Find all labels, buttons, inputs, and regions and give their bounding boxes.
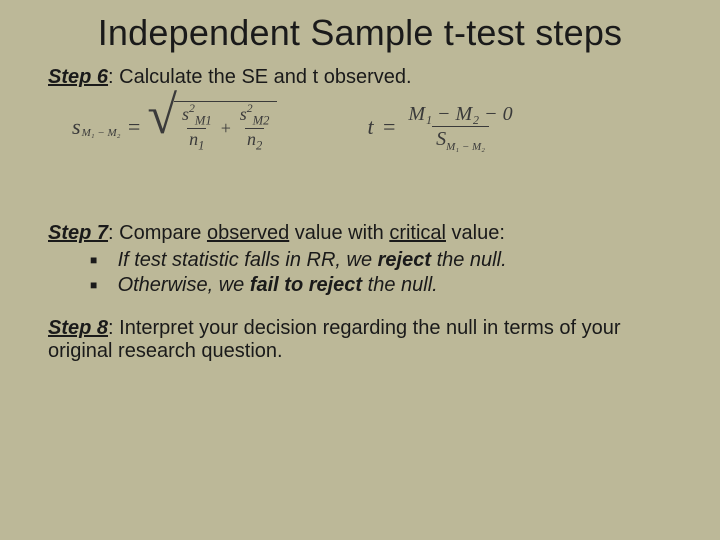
se-num2-sub: M2 — [253, 114, 270, 128]
se-num2-sup: 2 — [247, 102, 253, 115]
step7-lead-c: value: — [446, 222, 505, 244]
step6-line: Step 6: Calculate the SE and t observed. — [48, 66, 672, 89]
step6-label: Step 6 — [48, 66, 108, 88]
t-equation: t = M₁ − M₂ − 0 SM₁ − M₂ — [367, 102, 516, 151]
step7-bullet2: Otherwise, we fail to reject the null. — [112, 274, 672, 297]
slide-title: Independent Sample t-test steps — [48, 12, 672, 54]
sqrt-icon: √ s2M1 n1 + s2M2 — [147, 101, 277, 152]
se-plus: + — [220, 118, 232, 139]
step8-label: Step 8 — [48, 317, 108, 339]
se-den1-n: n — [189, 129, 198, 149]
step7-block: Step 7: Compare observed value with crit… — [48, 222, 672, 297]
step7-label: Step 7 — [48, 222, 108, 244]
se-den2-n: n — [247, 129, 256, 149]
step7-b2b: the null. — [362, 274, 438, 296]
step7-b1a: If test statistic falls in RR, we — [118, 249, 378, 271]
step7-lead-b: value with — [289, 222, 389, 244]
t-den-S: S — [436, 128, 446, 150]
step7-b1-reject: reject — [378, 249, 431, 271]
se-num2-s: s — [240, 104, 247, 124]
se-equals: = — [126, 114, 141, 140]
t-lhs: t — [367, 114, 373, 140]
se-equation: s M₁ − M₂ = √ s2M1 n1 + — [72, 101, 277, 152]
se-term1: s2M1 n1 — [180, 104, 214, 152]
step7-b2a: Otherwise, we — [118, 274, 250, 296]
step7-lead-a: : Compare — [108, 222, 207, 244]
se-lhs-s: s — [72, 114, 81, 140]
step7-b2-fail: fail to reject — [250, 274, 362, 296]
t-equals: = — [382, 114, 397, 140]
se-den1-sub: 1 — [198, 139, 204, 153]
step7-critical: critical — [389, 222, 446, 244]
t-den-sub: M₁ − M₂ — [446, 141, 485, 153]
step7-b1b: the null. — [431, 249, 507, 271]
t-numerator: M₁ − M₂ − 0 — [404, 102, 516, 126]
step8-text: : Interpret your decision regarding the … — [48, 317, 621, 362]
slide: Independent Sample t-test steps Step 6: … — [0, 0, 720, 540]
equation-row: s M₁ − M₂ = √ s2M1 n1 + — [72, 101, 672, 152]
se-term2: s2M2 n2 — [238, 104, 272, 152]
step7-observed: observed — [207, 222, 289, 244]
step7-bullet1: If test statistic falls in RR, we reject… — [112, 249, 672, 272]
se-den2-sub: 2 — [256, 139, 262, 153]
se-lhs-sub: M₁ − M₂ — [82, 127, 121, 139]
step8-block: Step 8: Interpret your decision regardin… — [48, 317, 672, 363]
se-num1-sub: M1 — [195, 114, 212, 128]
se-num1-sup: 2 — [189, 102, 195, 115]
se-num1-s: s — [182, 104, 189, 124]
